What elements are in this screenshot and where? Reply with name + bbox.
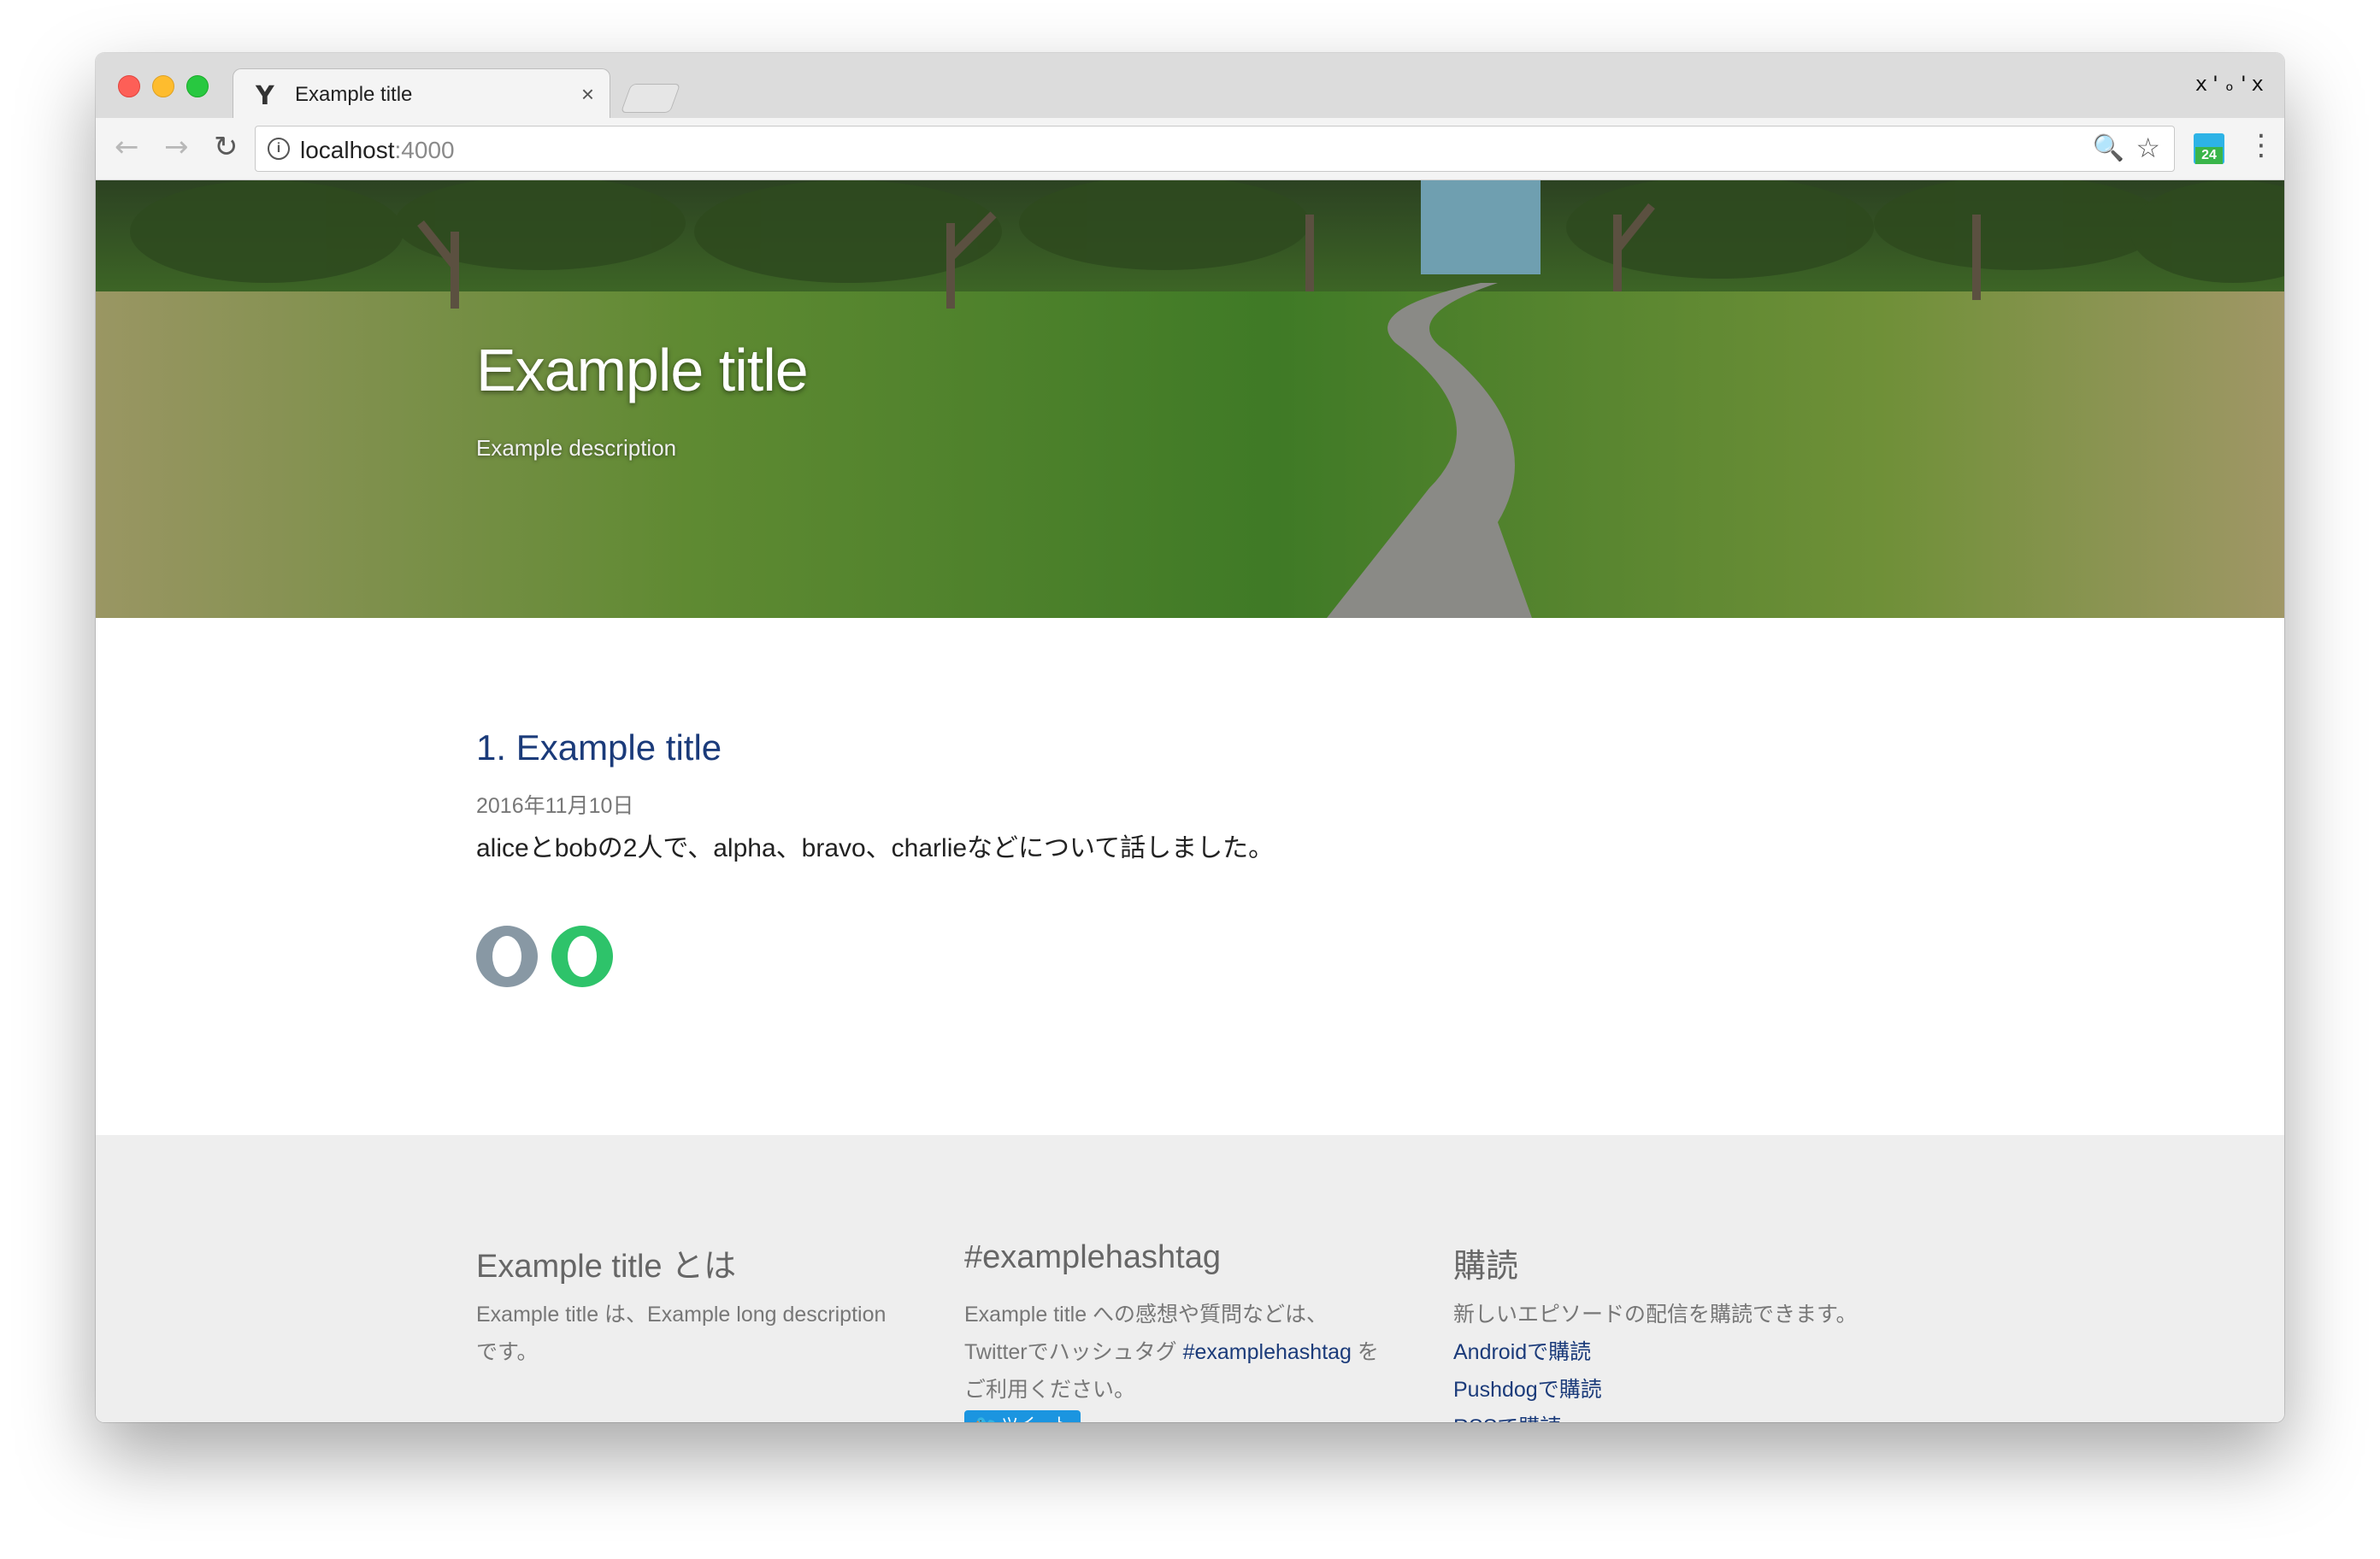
tab-example-title[interactable]: Y Example title ×	[233, 68, 610, 119]
calendar-extension-icon[interactable]: 24	[2194, 133, 2224, 164]
zoom-icon[interactable]: 🔍	[2093, 133, 2124, 163]
tweet-button[interactable]: 🐦 ツイート	[964, 1410, 1081, 1422]
url-text[interactable]: localhost:4000	[300, 137, 455, 164]
hashtag-heading: #examplehashtag	[964, 1239, 1221, 1275]
forward-icon[interactable]: →	[164, 130, 189, 164]
subscribe-pushdog-link[interactable]: Pushdogで購読	[1453, 1371, 1602, 1409]
subscribe-links: Androidで購読 Pushdogで購読 RSSで購読	[1453, 1333, 1602, 1422]
tab-title: Example title	[295, 83, 413, 106]
menu-icon[interactable]: ⋮	[2247, 128, 2276, 162]
subscribe-description: 新しいエピソードの配信を購読できます。	[1453, 1303, 1858, 1327]
hero-landscape-image	[96, 180, 2284, 618]
address-bar[interactable]: i localhost:4000 🔍 ☆	[255, 126, 2175, 172]
participant-avatar-alice[interactable]	[476, 926, 538, 987]
browser-window: Y Example title × x'ₒ'x ← → ↻ i localhos…	[96, 53, 2284, 1422]
subscribe-android-link[interactable]: Androidで購読	[1453, 1333, 1602, 1371]
hashtag-link[interactable]: #examplehashtag	[1183, 1340, 1352, 1364]
reload-icon[interactable]: ↻	[214, 130, 239, 164]
about-text: Example title は、Example long description…	[476, 1296, 886, 1371]
episode-date: 2016年11月10日	[476, 794, 634, 818]
url-host: localhost	[300, 137, 395, 163]
hashtag-text: Example title への感想や質問などは、 Twitterでハッシュタグ…	[964, 1296, 1379, 1409]
maximize-window-button[interactable]	[186, 75, 209, 97]
hero-banner: Example title Example description	[96, 180, 2284, 618]
footer: Example title とは Example title は、Example…	[96, 1135, 2284, 1422]
close-window-button[interactable]	[118, 75, 140, 97]
avatar-inner	[568, 936, 597, 977]
subscribe-rss-link[interactable]: RSSで購読	[1453, 1409, 1602, 1422]
tab-strip: Y Example title × x'ₒ'x	[96, 53, 2284, 119]
favicon-icon: Y	[256, 81, 274, 111]
episode-summary: aliceとbobの2人で、alpha、bravo、charlieなどについて話…	[476, 834, 1275, 862]
twitter-bird-icon: 🐦	[975, 1415, 1001, 1422]
tab-close-icon[interactable]: ×	[581, 81, 594, 108]
hashtag-line3: ご利用ください。	[964, 1378, 1136, 1402]
url-port: :4000	[394, 137, 455, 163]
browser-toolbar: ← → ↻ i localhost:4000 🔍 ☆ 24 ⋮	[96, 118, 2284, 180]
page-content: Example title Example description 1. Exa…	[96, 180, 2284, 1422]
bookmark-star-icon[interactable]: ☆	[2136, 132, 2160, 164]
about-heading: Example title とは	[476, 1249, 737, 1285]
avatar-inner	[492, 936, 521, 977]
new-tab-button[interactable]	[620, 84, 681, 113]
info-icon[interactable]: i	[268, 138, 290, 160]
hero-description: Example description	[476, 435, 677, 461]
back-icon[interactable]: ←	[115, 130, 139, 164]
participant-avatar-bob[interactable]	[551, 926, 613, 987]
tweet-label: ツイート	[1001, 1415, 1069, 1422]
extension-badge: 24	[2195, 147, 2223, 164]
hashtag-line2-prefix: Twitterでハッシュタグ	[964, 1340, 1183, 1364]
window-controls-icon: x'ₒ'x	[2194, 72, 2265, 96]
minimize-window-button[interactable]	[152, 75, 174, 97]
hashtag-line1: Example title への感想や質問などは、	[964, 1303, 1328, 1327]
hero-title: Example title	[476, 337, 809, 403]
hashtag-line2-suffix: を	[1351, 1340, 1379, 1364]
subscribe-heading: 購読	[1453, 1249, 1519, 1285]
about-line1: Example title は、Example long description	[476, 1303, 887, 1327]
hashtag-line2: Twitterでハッシュタグ #examplehashtag を	[964, 1333, 1379, 1371]
episode-title-link[interactable]: 1. Example title	[476, 727, 722, 768]
about-line2: です。	[476, 1340, 539, 1364]
